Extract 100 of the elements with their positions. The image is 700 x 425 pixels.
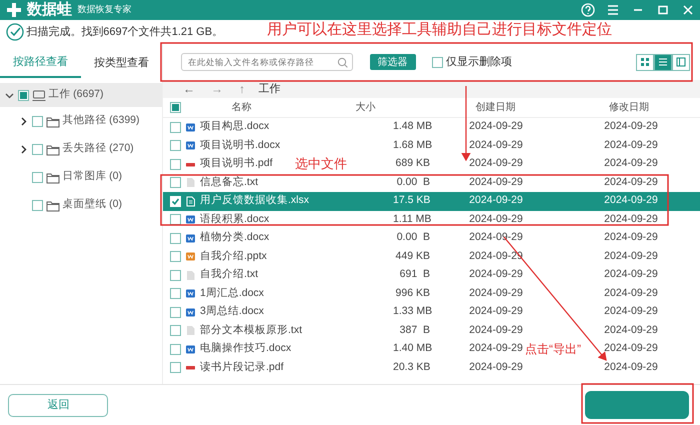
close-icon[interactable] xyxy=(680,3,694,17)
file-name: 语段积累.docx xyxy=(200,212,270,227)
search-icon[interactable] xyxy=(337,56,348,68)
file-row[interactable]: 信息备忘.txt 0.00 B 2024-09-29 2024-09-29 xyxy=(163,174,700,192)
file-name: 1周汇总.docx xyxy=(200,286,264,301)
modified-date: 2024-09-29 xyxy=(604,176,658,188)
check-circle-icon xyxy=(6,23,24,41)
checkbox[interactable] xyxy=(18,90,29,100)
file-row[interactable]: 植物分类.docx 0.00 B 2024-09-29 2024-09-29 xyxy=(163,229,700,248)
checkbox[interactable] xyxy=(170,122,181,133)
checkbox[interactable] xyxy=(170,270,181,281)
modified-date: 2024-09-29 xyxy=(604,157,658,170)
view-mode-button[interactable] xyxy=(672,54,690,70)
status-text: 扫描完成。找到6697个文件共1.21 GB。 xyxy=(26,24,224,40)
file-row[interactable]: 项目说明书.docx 1.68 MB 2024-09-29 2024-09-29 xyxy=(163,136,700,155)
file-name: 项目构思.docx xyxy=(200,119,270,134)
checkbox[interactable] xyxy=(32,172,43,182)
file-name: 植物分类.docx xyxy=(200,230,270,246)
app-subtitle: 数据恢复专家 xyxy=(78,3,132,16)
column-header[interactable]: 大小 xyxy=(356,102,376,113)
checkbox[interactable] xyxy=(32,200,43,210)
view-tab[interactable]: 按类型查看 xyxy=(81,50,162,78)
annotation-text: 点击“导出” xyxy=(525,341,581,358)
file-name: 项目说明书.pdf xyxy=(200,156,273,172)
logo-icon xyxy=(6,2,22,18)
annotation-text: 用户可以在这里选择工具辅助自己进行目标文件定位 xyxy=(267,21,612,39)
checkbox[interactable] xyxy=(32,116,43,126)
back-button[interactable]: 返回 xyxy=(8,394,108,416)
checkbox[interactable] xyxy=(170,140,181,152)
checkbox[interactable] xyxy=(170,344,181,355)
file-row[interactable]: 3周总结.docx 1.33 MB 2024-09-29 2024-09-29 xyxy=(163,303,700,322)
column-header[interactable]: 名称 xyxy=(185,100,298,115)
modified-date: 2024-09-29 xyxy=(604,120,658,132)
search-field[interactable]: 在此处输入文件名称或保存路径 xyxy=(181,53,353,71)
checkbox[interactable] xyxy=(170,232,181,244)
annotation-text: 选中文件 xyxy=(295,155,347,173)
modified-date: 2024-09-29 xyxy=(604,360,658,373)
file-name: 自我介绍.txt xyxy=(200,267,258,282)
file-size: 0.00 B xyxy=(396,176,430,188)
created-date: 2024-09-29 xyxy=(469,212,523,225)
checkbox[interactable] xyxy=(170,102,181,113)
tree-item[interactable]: 其他路径 (6399) xyxy=(0,107,162,135)
slides-file-icon xyxy=(185,251,196,262)
tree-label: 其他路径 (6399) xyxy=(62,113,140,128)
file-size: 996 KB xyxy=(396,286,430,299)
word-file-icon xyxy=(185,214,196,226)
checkbox[interactable] xyxy=(170,214,181,226)
tree-item[interactable]: 日常图库 (0) xyxy=(0,163,162,191)
file-row[interactable]: 项目说明书.pdf 选中文件 689 KB 2024-09-29 2024-09-29 xyxy=(163,155,700,174)
file-row[interactable]: 用户反馈数据收集.xlsx 17.5 KB 2024-09-29 2024-09-29 xyxy=(163,192,700,210)
checkbox[interactable] xyxy=(170,251,181,262)
file-size: 1.11 MB xyxy=(393,212,432,225)
file-name: 部分文本模板原形.txt xyxy=(200,322,302,338)
checkbox[interactable] xyxy=(432,56,443,68)
created-date: 2024-09-29 xyxy=(469,324,523,336)
maximize-icon[interactable] xyxy=(656,3,670,17)
file-row[interactable]: 读书片段记录.pdf 20.3 KB 2024-09-29 2024-09-29 xyxy=(163,358,700,377)
file-row[interactable]: 项目构思.docx 1.48 MB 2024-09-29 2024-09-29 xyxy=(163,118,700,136)
tree-item[interactable]: 桌面壁纸 (0) xyxy=(0,191,162,219)
modified-date: 2024-09-29 xyxy=(604,286,658,299)
tree-label: 工作 (6697) xyxy=(48,87,104,102)
checkbox[interactable] xyxy=(32,144,43,154)
word-file-icon xyxy=(185,122,196,133)
view-mode-button[interactable] xyxy=(654,54,672,70)
tree-item[interactable]: 工作 (6697) xyxy=(0,83,162,107)
checkbox[interactable] xyxy=(170,325,181,336)
checkbox[interactable] xyxy=(170,288,181,300)
column-header[interactable]: 修改日期 xyxy=(609,102,649,113)
modified-date: 2024-09-29 xyxy=(604,342,658,354)
created-date: 2024-09-29 xyxy=(469,120,523,132)
help-icon[interactable] xyxy=(580,3,594,17)
modified-date: 2024-09-29 xyxy=(604,194,658,206)
view-tab[interactable]: 按路径查看 xyxy=(0,50,81,78)
column-header[interactable]: 创建日期 xyxy=(476,102,516,113)
file-name: 读书片段记录.pdf xyxy=(200,360,284,375)
file-size: 17.5 KB xyxy=(393,194,430,206)
menu-icon[interactable] xyxy=(606,3,620,17)
tree-label: 丢失路径 (270) xyxy=(62,141,134,156)
view-mode-button[interactable] xyxy=(636,54,654,70)
file-size: 1.40 MB xyxy=(393,342,432,354)
created-date: 2024-09-29 xyxy=(469,157,523,170)
filter-button[interactable]: 筛选器 xyxy=(370,54,416,70)
tree-item[interactable]: 丢失路径 (270) xyxy=(0,135,162,163)
modified-date: 2024-09-29 xyxy=(604,138,658,151)
checkbox[interactable] xyxy=(170,158,181,170)
file-row[interactable]: 语段积累.docx 1.11 MB 2024-09-29 2024-09-29 xyxy=(163,210,700,229)
modified-date: 2024-09-29 xyxy=(604,231,658,244)
file-name: 用户反馈数据收集.xlsx xyxy=(200,193,309,208)
modified-date: 2024-09-29 xyxy=(604,305,658,318)
checkbox[interactable] xyxy=(170,362,181,374)
created-date: 2024-09-29 xyxy=(469,268,523,280)
modified-date: 2024-09-29 xyxy=(604,250,658,262)
checkbox[interactable] xyxy=(170,177,181,188)
checkbox[interactable] xyxy=(170,306,181,318)
file-row[interactable]: 1周汇总.docx 996 KB 2024-09-29 2024-09-29 xyxy=(163,284,700,303)
word-file-icon xyxy=(185,306,196,318)
file-row[interactable]: 电脑操作技巧.docx 1.40 MB 2024-09-29 点击“导出” 2024-09-29 xyxy=(163,340,700,358)
file-row[interactable]: 自我介绍.txt 691 B 2024-09-29 2024-09-29 xyxy=(163,266,700,284)
file-row[interactable]: 部分文本模板原形.txt 387 B 2024-09-29 2024-09-29 xyxy=(163,322,700,340)
back-button[interactable]: ← xyxy=(175,80,203,98)
